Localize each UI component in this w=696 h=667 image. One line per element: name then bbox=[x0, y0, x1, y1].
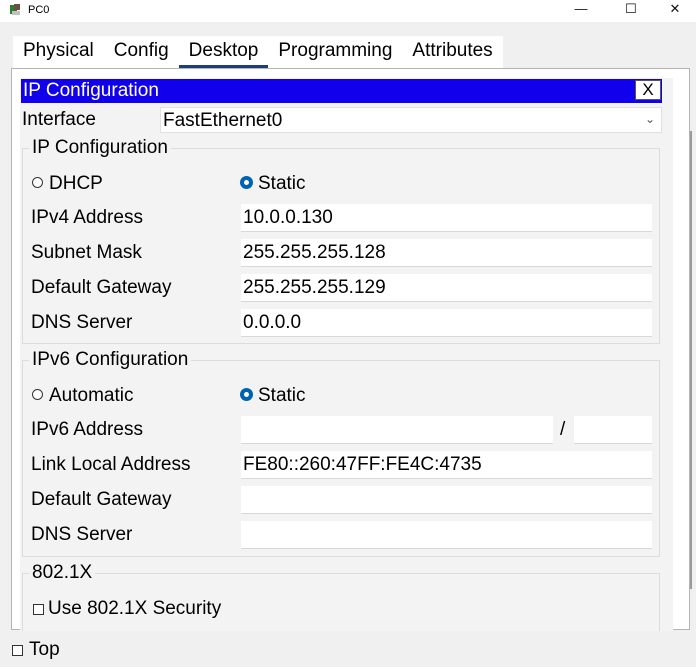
dhcp-radio[interactable] bbox=[32, 177, 43, 188]
tab-attributes[interactable]: Attributes bbox=[402, 36, 503, 68]
tab-config[interactable]: Config bbox=[103, 36, 179, 68]
ipv6-prefix-input[interactable] bbox=[574, 416, 652, 444]
interface-value: FastEthernet0 bbox=[163, 110, 283, 131]
pc-app-icon bbox=[10, 4, 20, 15]
use-8021x-checkbox[interactable] bbox=[33, 604, 44, 615]
static-radio-ipv6[interactable] bbox=[240, 388, 253, 401]
ipv6-default-gateway-label: Default Gateway bbox=[31, 489, 172, 510]
link-local-address-label: Link Local Address bbox=[31, 454, 191, 475]
dns-server-label: DNS Server bbox=[31, 312, 133, 333]
dot1x-group-title: 802.1X bbox=[29, 562, 96, 584]
ip-configuration-window: IP Configuration X Interface FastEtherne… bbox=[20, 78, 673, 631]
ip-config-header: IP Configuration X bbox=[21, 79, 662, 103]
tab-physical[interactable]: Physical bbox=[13, 36, 104, 68]
ipv6-dns-server-label: DNS Server bbox=[31, 524, 133, 545]
static-radio-ipv4[interactable] bbox=[240, 176, 253, 189]
chevron-down-icon: ⌄ bbox=[644, 112, 655, 126]
default-gateway-input[interactable]: 255.255.255.129 bbox=[241, 274, 652, 302]
dhcp-label: DHCP bbox=[49, 173, 103, 194]
static-label-ipv4: Static bbox=[258, 173, 306, 194]
dns-server-input[interactable]: 0.0.0.0 bbox=[241, 309, 652, 337]
prefix-separator: / bbox=[560, 419, 566, 440]
minimize-button[interactable]: — bbox=[558, 0, 604, 20]
ipv6-address-input[interactable] bbox=[241, 416, 553, 444]
tab-desktop[interactable]: Desktop bbox=[178, 36, 269, 68]
ipv4-group-title: IP Configuration bbox=[29, 137, 171, 159]
ipv6-default-gateway-input[interactable] bbox=[241, 486, 652, 514]
tab-bar: Physical Config Desktop Programming Attr… bbox=[13, 36, 503, 68]
window-title: PC0 bbox=[28, 4, 50, 16]
client-area: Physical Config Desktop Programming Attr… bbox=[0, 22, 696, 667]
subnet-mask-input[interactable]: 255.255.255.128 bbox=[241, 239, 652, 267]
dot1x-group: 802.1X Use 802.1X Security bbox=[22, 562, 660, 631]
ipv6-address-label: IPv6 Address bbox=[31, 419, 143, 440]
ipv6-group-title: IPv6 Configuration bbox=[29, 349, 192, 371]
use-8021x-label: Use 802.1X Security bbox=[48, 598, 222, 619]
maximize-button[interactable]: ☐ bbox=[608, 0, 654, 20]
link-local-address-input[interactable]: FE80::260:47FF:FE4C:4735 bbox=[241, 451, 652, 479]
ipv6-dns-server-input[interactable] bbox=[241, 521, 652, 549]
automatic-label: Automatic bbox=[49, 385, 134, 406]
ipv4-config-group: IP Configuration DHCP Static IPv4 Addres… bbox=[22, 137, 660, 344]
ipv4-address-input[interactable]: 10.0.0.130 bbox=[241, 204, 652, 232]
top-label: Top bbox=[29, 639, 60, 660]
ip-config-header-title: IP Configuration bbox=[23, 80, 159, 101]
interface-label: Interface bbox=[22, 109, 96, 130]
default-gateway-label: Default Gateway bbox=[31, 277, 172, 298]
subnet-mask-label: Subnet Mask bbox=[31, 242, 142, 263]
vertical-scrollbar[interactable] bbox=[690, 131, 692, 589]
automatic-radio[interactable] bbox=[32, 389, 43, 400]
tab-programming[interactable]: Programming bbox=[268, 36, 403, 68]
top-checkbox[interactable] bbox=[12, 645, 23, 656]
ipv4-address-label: IPv4 Address bbox=[31, 207, 143, 228]
interface-select[interactable]: FastEthernet0 ⌄ bbox=[160, 107, 662, 133]
desktop-panel: IP Configuration X Interface FastEtherne… bbox=[11, 68, 692, 631]
window-close-button[interactable]: ✕ bbox=[652, 0, 696, 20]
ip-config-close-button[interactable]: X bbox=[635, 80, 661, 100]
ipv6-config-group: IPv6 Configuration Automatic Static IPv6… bbox=[22, 349, 660, 557]
static-label-ipv6: Static bbox=[258, 385, 306, 406]
window-titlebar: PC0 — ☐ ✕ bbox=[0, 0, 696, 22]
